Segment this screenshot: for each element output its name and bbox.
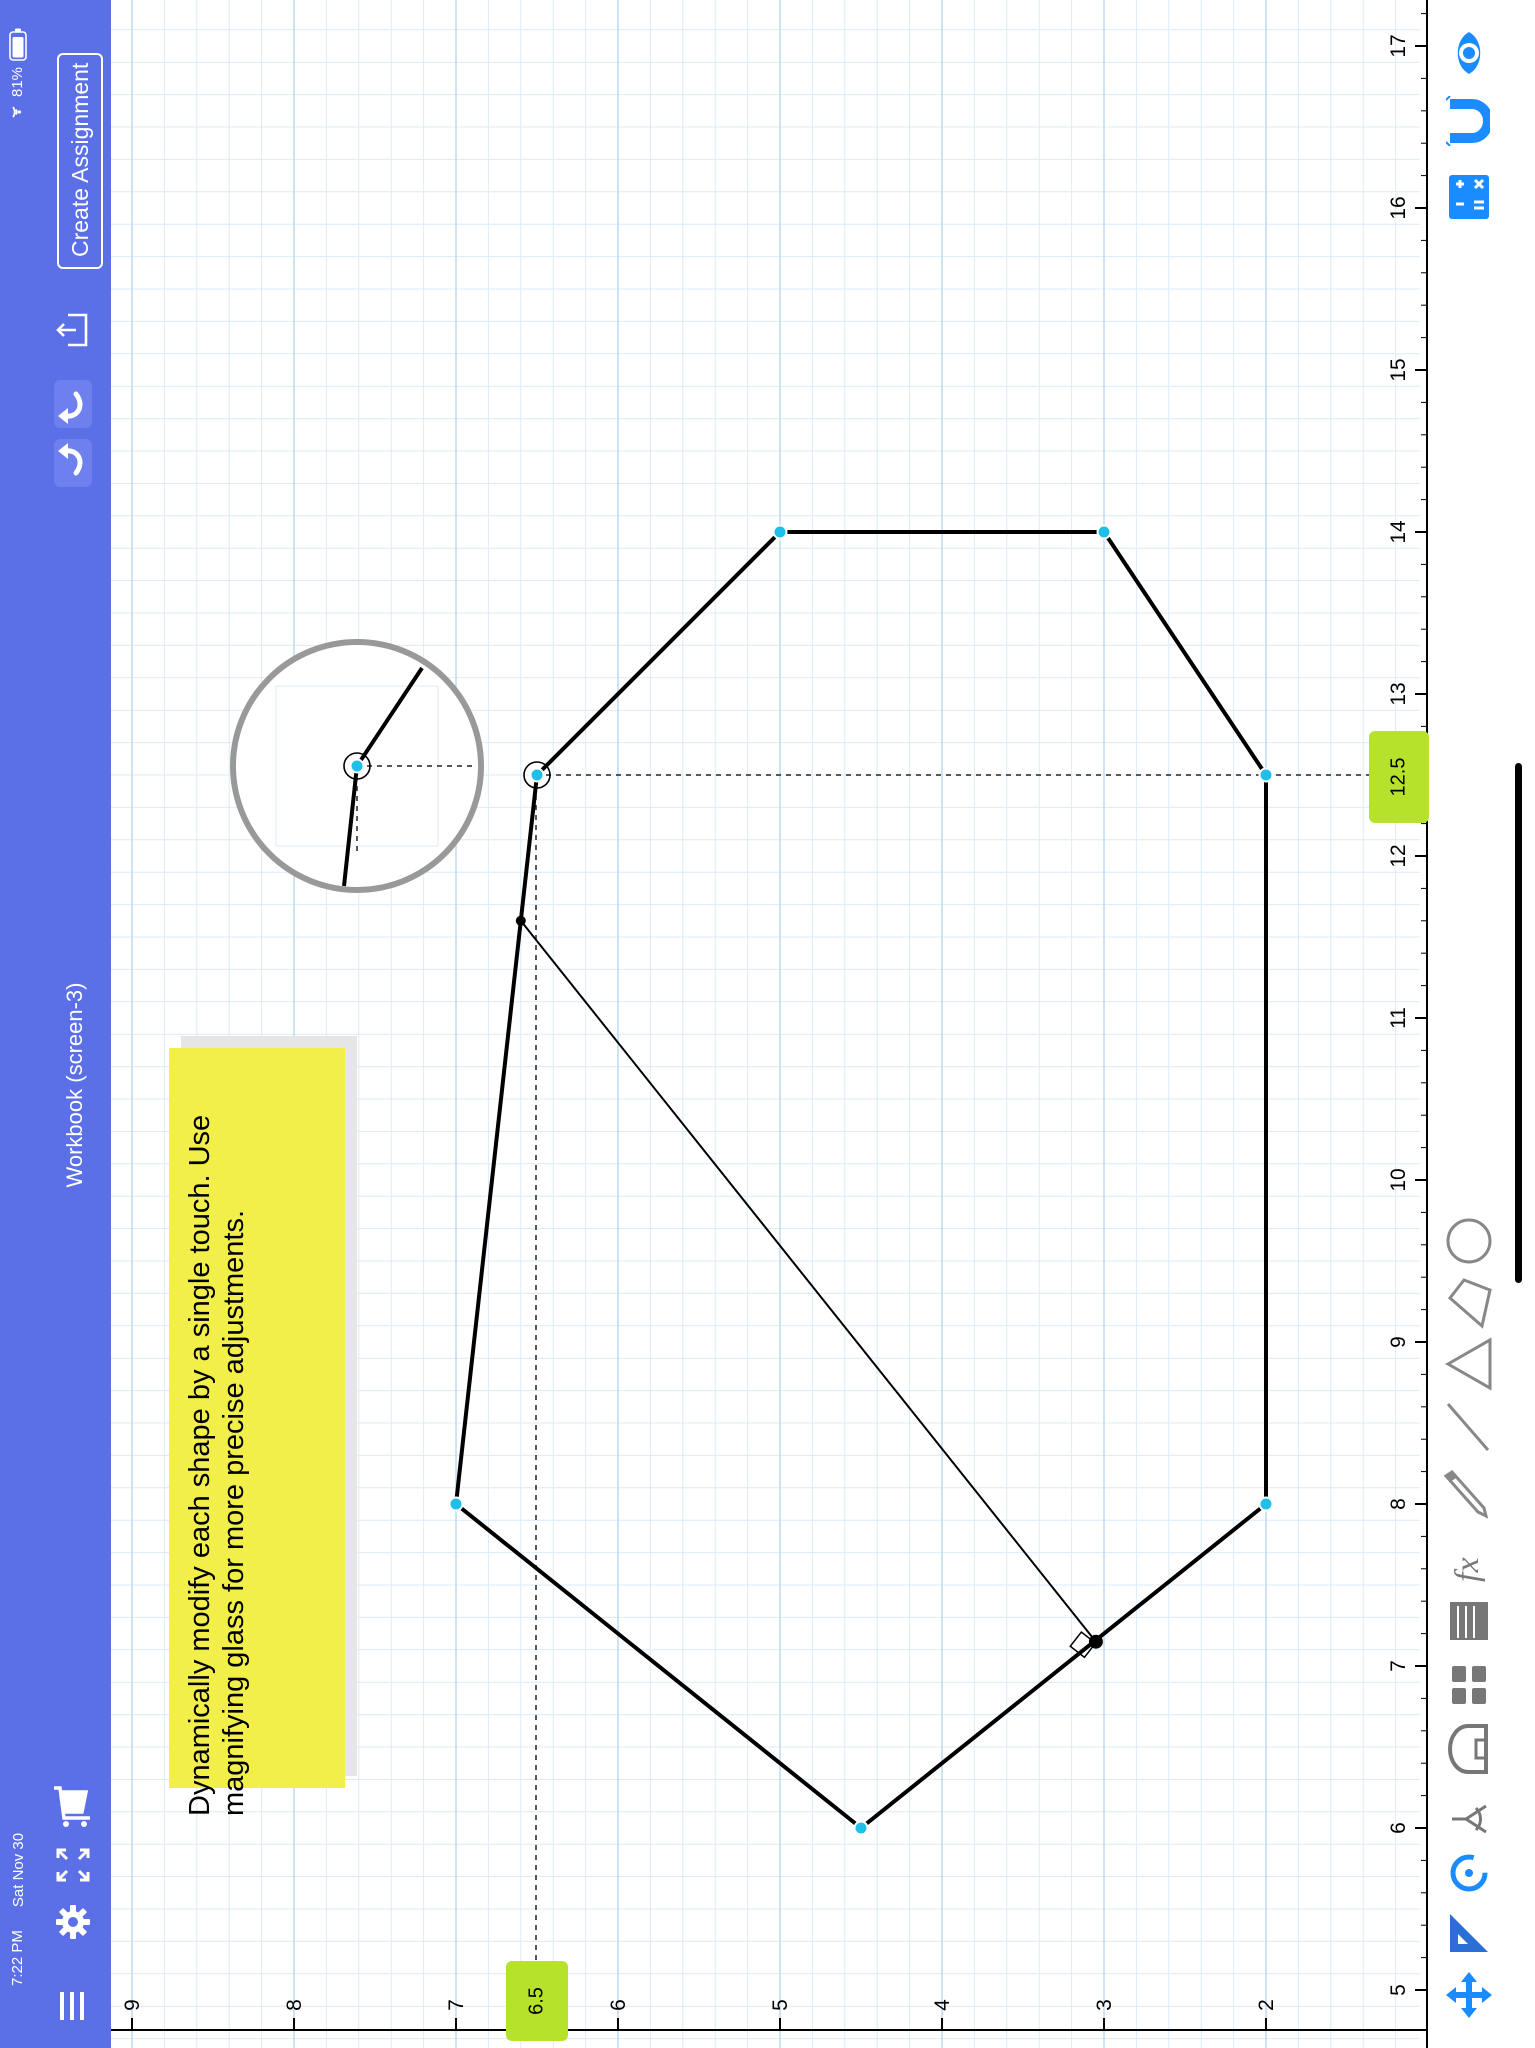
rotate-icon[interactable]: [1446, 1850, 1492, 1896]
y-tick-label: 7: [445, 1999, 468, 2011]
octagon-outline: [454, 530, 1268, 1830]
top-toolbar: [0, 0, 111, 2048]
y-tick-label: 2: [1255, 1999, 1278, 2011]
share-icon[interactable]: [56, 311, 90, 349]
undo-icon: [58, 443, 83, 476]
vertex-handle: [1258, 767, 1274, 783]
vertex-handle: [1258, 1496, 1274, 1512]
page-title: Workbook (screen-3): [62, 982, 87, 1188]
y-value-label: 6.5: [525, 1987, 548, 2015]
vertex-handle: [448, 1496, 464, 1512]
redo-icon: [58, 391, 83, 424]
status-time: 7:22 PM: [9, 1930, 26, 1986]
y-tick-label: 3: [1093, 1999, 1116, 2011]
altitude-start-point: [515, 915, 526, 926]
x-tick-label: 14: [1387, 520, 1410, 544]
triangle-icon[interactable]: [1444, 1336, 1494, 1392]
notes-icon[interactable]: [1446, 1598, 1492, 1644]
x-tick-label: 8: [1387, 1498, 1410, 1510]
fullscreen-icon[interactable]: [56, 1848, 90, 1882]
quadrilateral-icon[interactable]: [1444, 1276, 1494, 1330]
magnifier-vertex-handle: [349, 758, 365, 774]
status-battery: 81%: [9, 66, 26, 98]
vertex-handle: [772, 524, 788, 540]
x-tick-label: 15: [1387, 358, 1410, 381]
octagon-shape: [448, 524, 1274, 1836]
set-square-icon[interactable]: [1446, 1910, 1492, 1956]
x-tick-label: 10: [1387, 1168, 1410, 1191]
settings-gear-icon[interactable]: [55, 1904, 91, 1940]
function-icon[interactable]: fx: [1446, 1532, 1492, 1586]
status-date: Sat Nov 30: [10, 1832, 27, 1908]
line-icon[interactable]: [1444, 1400, 1492, 1454]
x-tick-label: 16: [1387, 196, 1410, 219]
x-tick-label: 9: [1387, 1336, 1410, 1348]
circle-icon[interactable]: [1444, 1215, 1494, 1267]
wifi-icon: [12, 106, 22, 118]
x-value-tag[interactable]: 12.5: [1369, 731, 1429, 823]
pencil-icon[interactable]: [1444, 1466, 1492, 1520]
vertex-handle: [529, 767, 545, 783]
eye-icon[interactable]: [1448, 30, 1490, 76]
instruction-note: Dynamically modify each shape by a singl…: [169, 1048, 345, 1816]
menu-icon[interactable]: [56, 1990, 88, 2022]
magnifying-glass: [230, 639, 484, 893]
y-tick-label: 8: [283, 1999, 306, 2011]
instruction-note-text: Dynamically modify each shape by a singl…: [184, 1114, 250, 1816]
y-tick-label: 5: [769, 1999, 792, 2011]
protractor-icon[interactable]: [1446, 1722, 1492, 1776]
y-tick-label: 9: [121, 1999, 144, 2011]
x-tick-label: 17: [1387, 34, 1410, 57]
vertex-handle: [1096, 524, 1112, 540]
compass-icon[interactable]: [1446, 1796, 1492, 1842]
altitude-foot-point: [1088, 1634, 1103, 1649]
y-value-tag[interactable]: 6.5: [506, 1961, 568, 2041]
x-tick-label: 11: [1387, 1007, 1410, 1029]
move-icon[interactable]: [1444, 1970, 1494, 2020]
vertex-handle: [853, 1820, 869, 1836]
redo-button[interactable]: [54, 380, 92, 428]
undo-button[interactable]: [54, 439, 92, 487]
home-indicator: [1515, 763, 1522, 1283]
x-tick-label: 7: [1387, 1660, 1410, 1672]
shopping-cart-icon[interactable]: [52, 1784, 92, 1828]
y-tick-label: 4: [931, 1999, 954, 2011]
x-tick-label: 5: [1387, 1984, 1410, 1996]
calculator-icon[interactable]: [1448, 174, 1490, 220]
magnet-icon[interactable]: [1446, 96, 1490, 146]
x-value-label: 12.5: [1387, 757, 1410, 797]
counters-icon[interactable]: [1446, 1660, 1492, 1710]
workspace[interactable]: 5 6 7 8 9 10 11 12 13 14 15 16 17 9 8 7 6 5 4 3 2 7:22 PM Sa…: [0, 0, 1535, 2048]
x-tick-label: 12: [1387, 844, 1410, 867]
altitude-line: [520, 920, 1097, 1643]
y-tick-label: 6: [607, 1999, 630, 2011]
measurement-guides: [535, 774, 1370, 1962]
x-tick-label: 6: [1387, 1822, 1410, 1834]
x-tick-label: 13: [1387, 682, 1410, 705]
create-assignment-button[interactable]: Create Assignment: [57, 53, 103, 269]
svg-text:fx: fx: [1449, 1557, 1486, 1582]
battery-icon: [9, 28, 27, 61]
